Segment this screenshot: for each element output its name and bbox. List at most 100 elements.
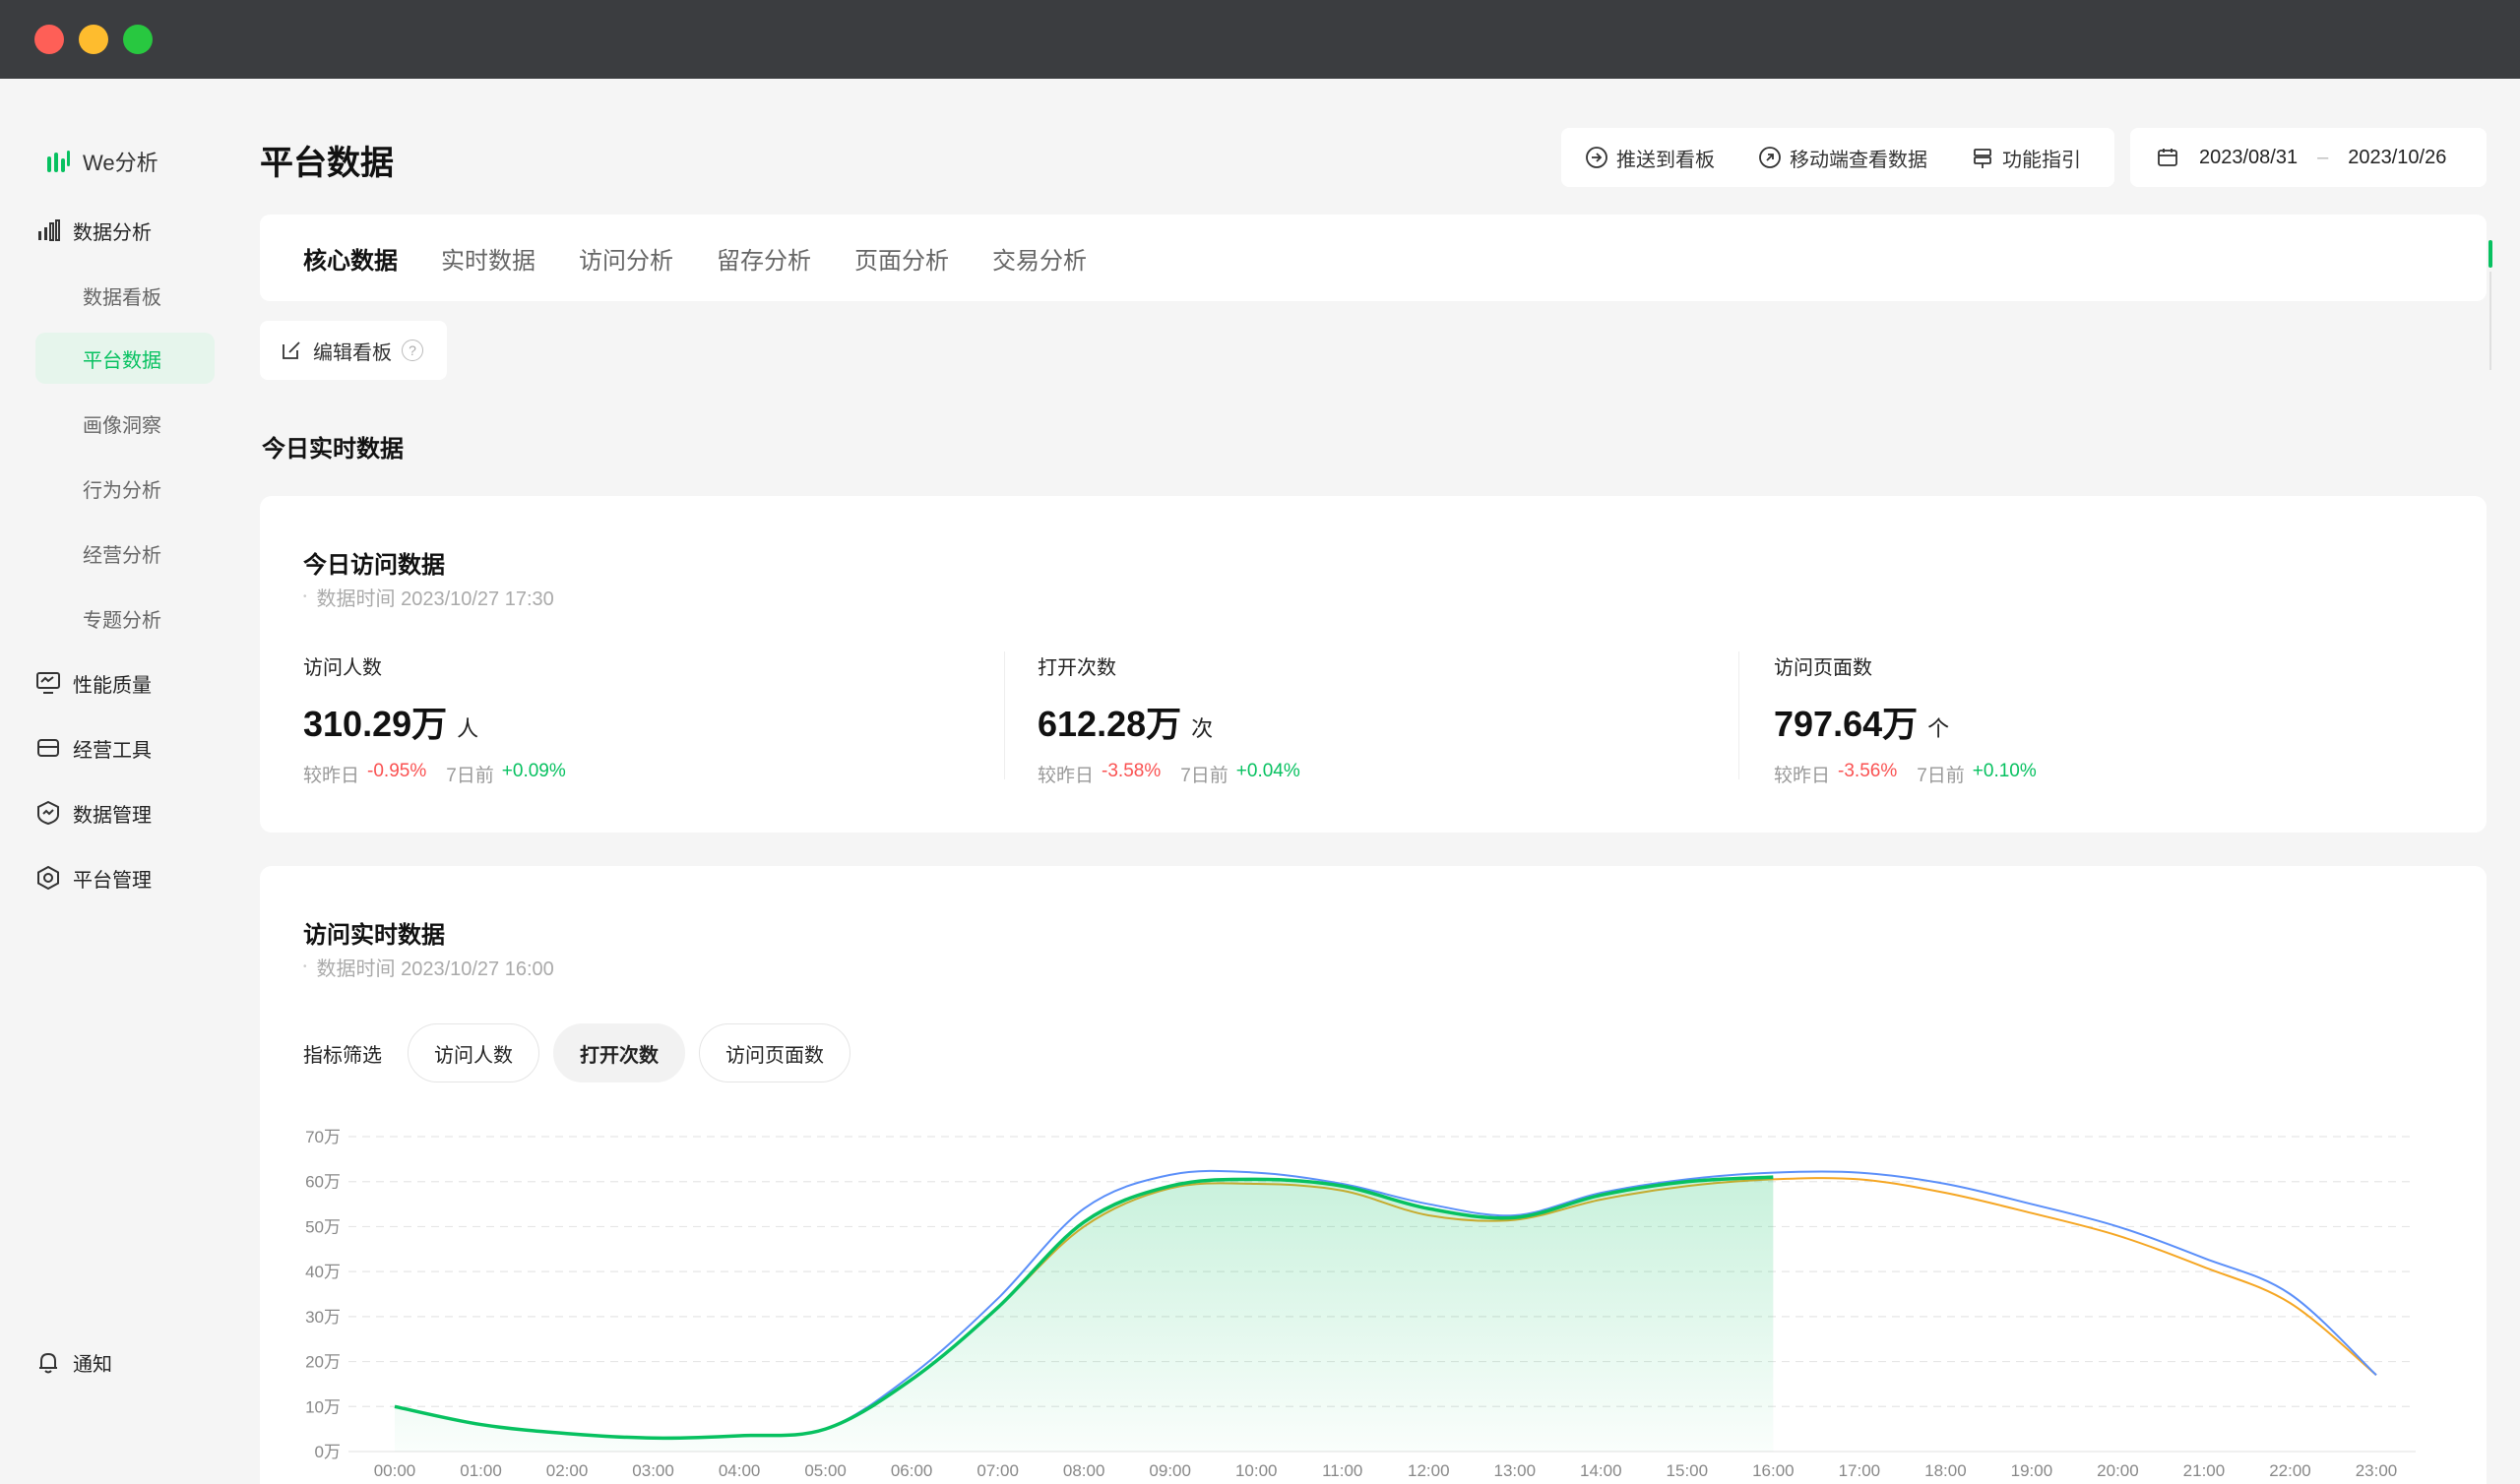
sidebar-sub-data-board[interactable]: 数据看板	[35, 270, 215, 321]
edit-board-button[interactable]: 编辑看板 ?	[260, 321, 447, 380]
data-time-text: 数据时间 2023/10/27 17:30	[316, 588, 554, 610]
card-title: 今日访问数据	[303, 552, 445, 579]
minimize-window-button[interactable]	[79, 25, 108, 54]
y-tick-label: 70万	[305, 1128, 341, 1146]
x-tick-label: 14:00	[1580, 1461, 1622, 1480]
bullet-icon: •	[303, 591, 307, 602]
compare-value: +0.10%	[1972, 761, 2037, 781]
bar-chart-icon	[38, 219, 60, 241]
date-separator: –	[2317, 146, 2329, 168]
sidebar-notify[interactable]: 通知	[35, 1334, 112, 1390]
sidebar-sub-portrait-insight[interactable]: 画像洞察	[35, 398, 215, 449]
realtime-visits-card: 访问实时数据 • 数据时间 2023/10/27 16:00 指标筛选 访问人数…	[260, 866, 2487, 1484]
x-tick-label: 21:00	[2183, 1461, 2226, 1480]
compare-label: 较昨日	[1038, 766, 1095, 786]
metric-label: 访问人数	[303, 657, 382, 679]
y-tick-label: 30万	[305, 1308, 341, 1327]
wallet-icon	[37, 739, 59, 757]
window-titlebar	[0, 0, 2520, 79]
mobile-view-button[interactable]: 移动端查看数据	[1758, 144, 1927, 172]
metric-divider	[1004, 651, 1005, 779]
link-circle-icon	[1759, 147, 1781, 168]
compare-value: -0.95%	[367, 761, 427, 781]
x-tick-label: 02:00	[546, 1461, 589, 1480]
x-tick-label: 03:00	[632, 1461, 674, 1480]
sidebar-item-platform-management[interactable]: 平台管理	[35, 850, 152, 905]
mobile-view-label: 移动端查看数据	[1790, 149, 1927, 171]
compare-value: +0.09%	[501, 761, 566, 781]
sidebar-item-label: 经营工具	[73, 739, 152, 762]
push-to-board-button[interactable]: 推送到看板	[1585, 144, 1715, 172]
sidebar-item-business-tools[interactable]: 经营工具	[35, 720, 152, 775]
metric-visitors: 访问人数 310.29万 人 较昨日 -0.95% 7日前 +0.09%	[303, 651, 992, 787]
metric-opens: 打开次数 612.28万 次 较昨日 -3.58% 7日前 +0.04%	[1038, 651, 1727, 787]
x-tick-label: 09:00	[1149, 1461, 1191, 1480]
x-tick-label: 13:00	[1494, 1461, 1537, 1480]
y-tick-label: 60万	[305, 1173, 341, 1192]
date-start: 2023/08/31	[2199, 146, 2299, 168]
close-window-button[interactable]	[34, 25, 64, 54]
compare-value: -3.56%	[1838, 761, 1898, 781]
help-icon[interactable]: ?	[402, 340, 423, 361]
scrollbar-thumb[interactable]	[2488, 240, 2492, 268]
metric-label: 访问页面数	[1774, 657, 1872, 679]
sidebar-item-data-analysis[interactable]: 数据分析	[35, 203, 152, 258]
tab-core-data[interactable]: 核心数据	[303, 241, 398, 276]
sidebar-sub-behavior-analysis[interactable]: 行为分析	[35, 463, 215, 514]
tab-retention-analysis[interactable]: 留存分析	[717, 241, 811, 276]
compare-label: 7日前	[446, 766, 494, 786]
compare-label: 7日前	[1180, 766, 1228, 786]
notify-label: 通知	[73, 1353, 112, 1376]
header-toolbar: 推送到看板 移动端查看数据 功能指引	[1561, 128, 2114, 187]
sidebar-item-label: 数据管理	[73, 804, 152, 827]
x-tick-label: 17:00	[1839, 1461, 1881, 1480]
x-tick-label: 08:00	[1063, 1461, 1105, 1480]
x-tick-label: 20:00	[2097, 1461, 2139, 1480]
x-tick-label: 18:00	[1924, 1461, 1967, 1480]
signpost-icon	[1974, 149, 1991, 168]
tab-realtime-data[interactable]: 实时数据	[441, 241, 536, 276]
metric-label: 打开次数	[1038, 657, 1116, 679]
x-tick-label: 23:00	[2356, 1461, 2398, 1480]
app-logo[interactable]: We分析	[45, 146, 158, 177]
x-tick-label: 07:00	[976, 1461, 1019, 1480]
sidebar-item-data-management[interactable]: 数据管理	[35, 785, 152, 840]
metric-pageviews: 访问页面数 797.64万 个 较昨日 -3.56% 7日前 +0.10%	[1774, 651, 2463, 787]
x-tick-label: 01:00	[460, 1461, 502, 1480]
sidebar-sub-business-analysis[interactable]: 经营分析	[35, 527, 215, 579]
tab-transaction-analysis[interactable]: 交易分析	[992, 241, 1087, 276]
date-end: 2023/10/26	[2348, 146, 2447, 168]
metric-unit: 人	[457, 716, 479, 741]
sidebar: We分析 数据分析 数据看板 平台数据 画像洞察 行为分析 经营分析 专题分析 …	[0, 79, 236, 1484]
metric-value: 310.29万	[303, 704, 448, 744]
compare-label: 7日前	[1917, 766, 1965, 786]
calendar-icon	[2158, 149, 2177, 166]
tab-bar: 核心数据 实时数据 访问分析 留存分析 页面分析 交易分析	[260, 215, 2487, 301]
date-range-picker[interactable]: 2023/08/31 – 2023/10/26	[2130, 128, 2487, 187]
today-visits-card: 今日访问数据 • 数据时间 2023/10/27 17:30 访问人数 310.…	[260, 496, 2487, 833]
x-tick-label: 10:00	[1235, 1461, 1278, 1480]
sidebar-item-performance[interactable]: 性能质量	[35, 655, 152, 711]
metric-value: 612.28万	[1038, 704, 1182, 744]
x-tick-label: 06:00	[891, 1461, 933, 1480]
metric-value: 797.64万	[1774, 704, 1919, 744]
x-tick-label: 00:00	[374, 1461, 416, 1480]
tab-page-analysis[interactable]: 页面分析	[854, 241, 949, 276]
maximize-window-button[interactable]	[123, 25, 153, 54]
metric-unit: 次	[1191, 716, 1214, 741]
x-tick-label: 16:00	[1752, 1461, 1795, 1480]
sidebar-sub-platform-data[interactable]: 平台数据	[35, 333, 215, 384]
hexagon-icon	[37, 865, 59, 891]
compare-label: 较昨日	[303, 766, 360, 786]
sidebar-sub-topic-analysis[interactable]: 专题分析	[35, 592, 215, 644]
sidebar-item-label: 数据分析	[73, 221, 152, 244]
scrollbar-track[interactable]	[2489, 272, 2491, 370]
we-analytics-logo-icon	[47, 151, 70, 172]
x-tick-label: 22:00	[2269, 1461, 2311, 1480]
sidebar-item-label: 性能质量	[73, 674, 152, 697]
y-tick-label: 10万	[305, 1397, 341, 1416]
series-area	[395, 1177, 1774, 1452]
feature-guide-button[interactable]: 功能指引	[1971, 144, 2081, 172]
page-title: 平台数据	[260, 145, 394, 182]
tab-visit-analysis[interactable]: 访问分析	[579, 241, 673, 276]
